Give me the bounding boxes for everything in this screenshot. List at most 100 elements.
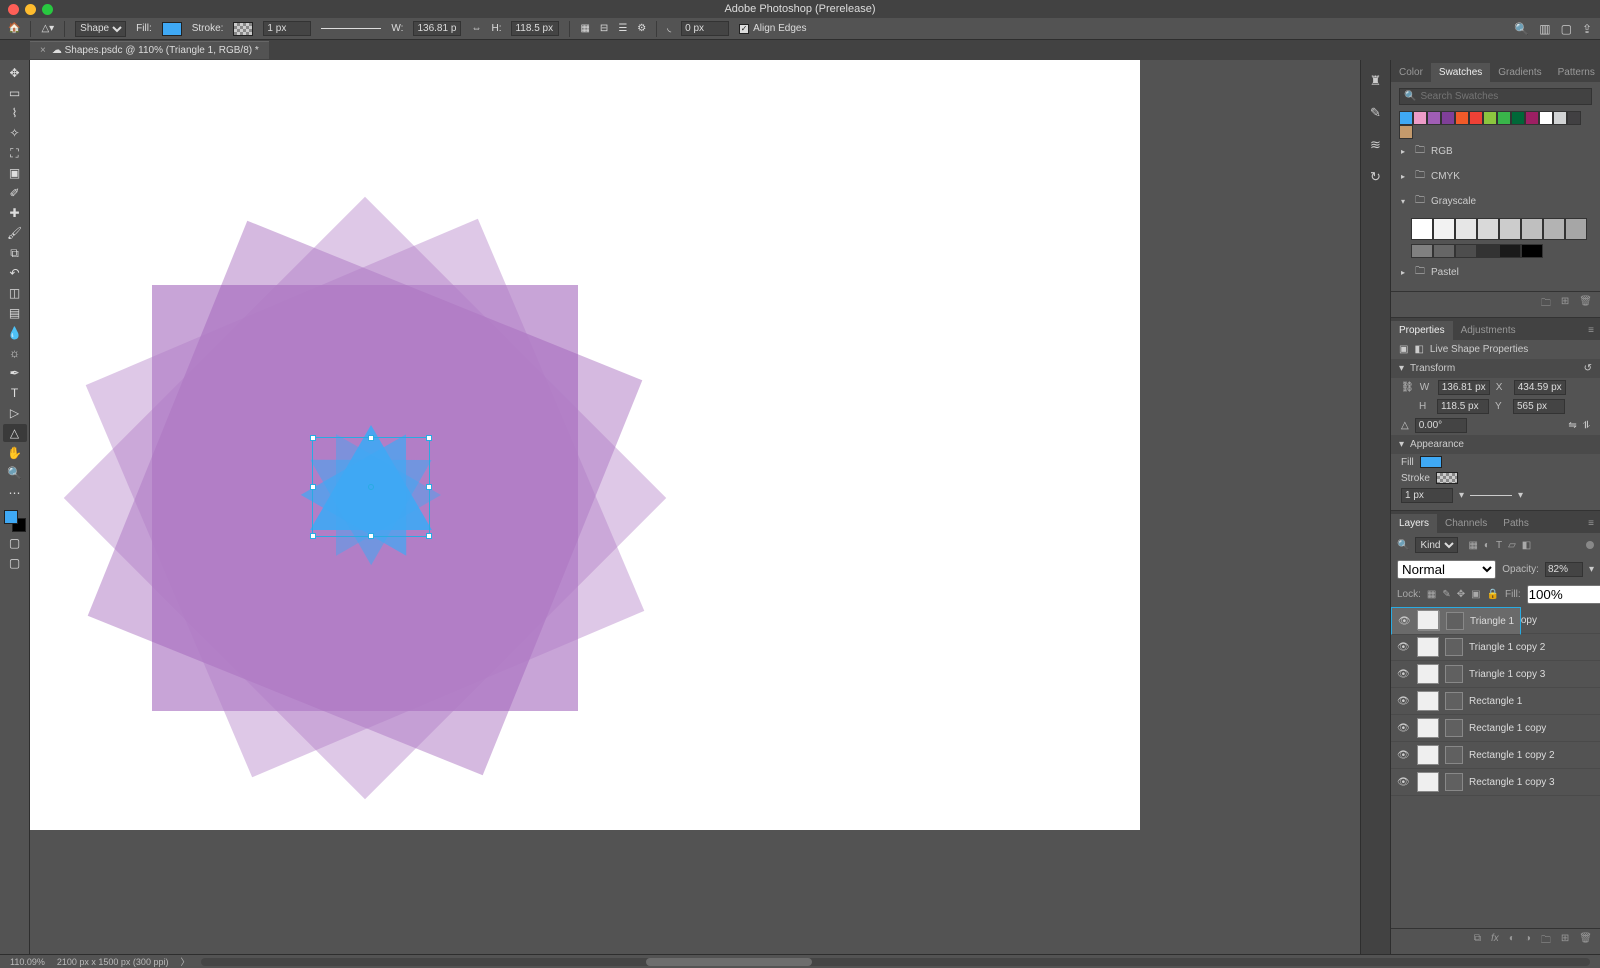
- adjustment-icon[interactable]: ◑: [1525, 933, 1531, 950]
- swatch[interactable]: [1543, 218, 1565, 240]
- layer-thumb[interactable]: [1417, 691, 1439, 711]
- mac-close[interactable]: [8, 4, 19, 15]
- transform-selection[interactable]: [312, 437, 430, 537]
- prop-fill-swatch[interactable]: [1420, 456, 1442, 468]
- tool-wand[interactable]: ✧: [3, 124, 27, 142]
- prop-y-input[interactable]: [1513, 399, 1565, 414]
- prop-stroke-swatch[interactable]: [1436, 472, 1458, 484]
- tool-mode-select[interactable]: Shape: [75, 21, 126, 37]
- mac-max[interactable]: [42, 4, 53, 15]
- tab-paths[interactable]: Paths: [1495, 514, 1537, 533]
- tool-lasso[interactable]: ⌇: [3, 104, 27, 122]
- mask-icon[interactable]: ◐: [1509, 933, 1515, 950]
- path-ops-icon[interactable]: ▦: [580, 23, 589, 34]
- swatch[interactable]: [1553, 111, 1567, 125]
- swatch[interactable]: [1455, 111, 1469, 125]
- path-arrange-icon[interactable]: ☰: [618, 23, 627, 34]
- arrange-icon[interactable]: ▥: [1539, 22, 1550, 36]
- dock-icon[interactable]: ↻: [1367, 168, 1385, 186]
- filter-shape-icon[interactable]: ▱: [1508, 540, 1516, 551]
- swatch[interactable]: [1539, 111, 1553, 125]
- tool-eraser[interactable]: ◫: [3, 284, 27, 302]
- swatch[interactable]: [1411, 244, 1433, 258]
- opacity-input[interactable]: [1545, 562, 1583, 577]
- lock-trans-icon[interactable]: ▦: [1427, 589, 1436, 600]
- tab-layers[interactable]: Layers: [1391, 514, 1437, 533]
- swatch-search[interactable]: 🔍: [1399, 88, 1592, 105]
- shape-preset-icon[interactable]: △▾: [41, 23, 54, 34]
- mask-thumb[interactable]: [1445, 692, 1463, 710]
- stroke-style-dropdown[interactable]: [1470, 495, 1512, 496]
- visibility-icon[interactable]: 👁: [1397, 696, 1411, 707]
- tool-blur[interactable]: 💧: [3, 324, 27, 342]
- canvas-area[interactable]: [30, 60, 1360, 954]
- selection-handle[interactable]: [310, 435, 316, 441]
- screen-mode-icon[interactable]: ▢: [3, 554, 27, 572]
- layer-item[interactable]: 👁Triangle 1 copy 3: [1391, 661, 1600, 688]
- lock-artboard-icon[interactable]: ▣: [1471, 589, 1480, 600]
- dock-icon[interactable]: ♜: [1367, 72, 1385, 90]
- new-layer-icon[interactable]: ⊞: [1561, 933, 1569, 950]
- link-layers-icon[interactable]: ⧉: [1474, 933, 1481, 950]
- gear-icon[interactable]: ⚙: [637, 23, 646, 34]
- tool-more[interactable]: ⋯: [3, 484, 27, 502]
- share-icon[interactable]: ⇪: [1582, 22, 1592, 36]
- horizontal-scrollbar[interactable]: [201, 958, 1590, 966]
- swatch[interactable]: [1441, 111, 1455, 125]
- mask-thumb[interactable]: [1445, 773, 1463, 791]
- tool-move[interactable]: ✥: [3, 64, 27, 82]
- layer-thumb[interactable]: [1417, 745, 1439, 765]
- layer-thumb[interactable]: [1417, 664, 1439, 684]
- swatch[interactable]: [1399, 125, 1413, 139]
- swatch[interactable]: [1511, 111, 1525, 125]
- document-canvas[interactable]: [30, 60, 1140, 830]
- prop-x-input[interactable]: [1514, 380, 1566, 395]
- mac-min[interactable]: [25, 4, 36, 15]
- align-edges-check[interactable]: ✓Align Edges: [739, 23, 806, 34]
- layer-thumb[interactable]: [1417, 718, 1439, 738]
- swatch[interactable]: [1433, 218, 1455, 240]
- tool-pen[interactable]: ✒: [3, 364, 27, 382]
- swatch[interactable]: [1483, 111, 1497, 125]
- tool-history[interactable]: ↶: [3, 264, 27, 282]
- tool-crop[interactable]: ⛶: [3, 144, 27, 162]
- layer-item[interactable]: 👁Rectangle 1: [1391, 688, 1600, 715]
- mask-thumb[interactable]: [1445, 665, 1463, 683]
- close-tab-icon[interactable]: ×: [40, 45, 46, 56]
- panel-menu-icon[interactable]: ≡: [1582, 514, 1600, 533]
- filter-type-icon[interactable]: T: [1496, 540, 1502, 551]
- lock-all-icon[interactable]: 🔒: [1487, 589, 1499, 600]
- swatch-folder[interactable]: ▸🗀Pastel: [1399, 260, 1592, 285]
- tool-dodge[interactable]: ☼: [3, 344, 27, 362]
- panel-menu-icon[interactable]: ≡: [1582, 321, 1600, 340]
- selection-handle[interactable]: [426, 533, 432, 539]
- tool-shape[interactable]: △: [3, 424, 27, 442]
- document-tab[interactable]: ×☁ Shapes.psdc @ 110% (Triangle 1, RGB/8…: [30, 41, 269, 59]
- selection-handle[interactable]: [426, 435, 432, 441]
- height-input[interactable]: [511, 21, 559, 36]
- layer-item[interactable]: 👁Triangle 1 copy 2: [1391, 634, 1600, 661]
- layer-item[interactable]: 👁Rectangle 1 copy 2: [1391, 742, 1600, 769]
- visibility-icon[interactable]: 👁: [1397, 723, 1411, 734]
- layer-thumb[interactable]: [1417, 772, 1439, 792]
- tool-brush[interactable]: 🖌: [3, 224, 27, 242]
- visibility-icon[interactable]: 👁: [1398, 616, 1412, 627]
- visibility-icon[interactable]: 👁: [1397, 777, 1411, 788]
- dock-icon[interactable]: ✎: [1367, 104, 1385, 122]
- tool-hand[interactable]: ✋: [3, 444, 27, 462]
- swatch[interactable]: [1525, 111, 1539, 125]
- fill-swatch[interactable]: [162, 22, 182, 36]
- selection-handle[interactable]: [310, 484, 316, 490]
- prop-h-input[interactable]: [1437, 399, 1489, 414]
- new-group-icon[interactable]: 🗀: [1541, 296, 1551, 313]
- fg-bg-colors[interactable]: [4, 510, 26, 532]
- swatch-search-input[interactable]: [1420, 91, 1587, 102]
- tab-patterns[interactable]: Patterns: [1550, 63, 1600, 82]
- appearance-section[interactable]: ▾ Appearance: [1391, 435, 1600, 454]
- tab-channels[interactable]: Channels: [1437, 514, 1495, 533]
- selection-center[interactable]: [368, 484, 374, 490]
- frame-icon[interactable]: ▢: [1561, 22, 1572, 36]
- filter-adjust-icon[interactable]: ◐: [1484, 540, 1490, 551]
- stroke-width-input[interactable]: [263, 21, 311, 36]
- tool-heal[interactable]: ✚: [3, 204, 27, 222]
